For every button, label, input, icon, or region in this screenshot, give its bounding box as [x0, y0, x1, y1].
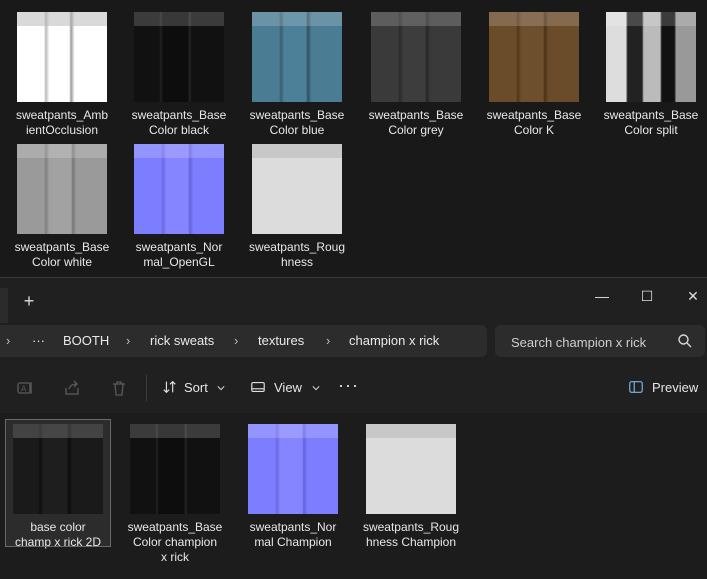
- file-label: sweatpants_Base Color grey: [368, 108, 464, 137]
- file-thumbnail: [371, 12, 461, 102]
- file-label: sweatpants_Amb ientOcclusion: [15, 108, 109, 137]
- file-label: base color champ x rick 2D: [14, 520, 102, 549]
- tab[interactable]: [0, 288, 8, 324]
- command-bar: A Sort View ··· Preview: [0, 361, 707, 414]
- file-label: sweatpants_Base Color blue: [249, 108, 345, 137]
- share-icon[interactable]: [63, 379, 81, 397]
- chevron-right-icon[interactable]: ›: [326, 325, 330, 357]
- sort-icon: [163, 380, 176, 394]
- file-label: sweatpants_Base Color champion x rick: [127, 520, 223, 564]
- file-thumbnail: [17, 12, 107, 102]
- file-item[interactable]: sweatpants_Base Color black: [120, 12, 238, 138]
- file-thumbnail: [134, 144, 224, 234]
- search-icon[interactable]: [677, 333, 693, 349]
- address-bar: › ··· BOOTH › rick sweats › textures › c…: [0, 323, 707, 361]
- search-box[interactable]: [495, 325, 705, 359]
- view-icon: [251, 381, 265, 393]
- file-thumbnail: [489, 12, 579, 102]
- rename-icon[interactable]: A: [16, 379, 34, 397]
- file-item[interactable]: sweatpants_Roug hness: [238, 144, 356, 270]
- view-button[interactable]: View: [250, 377, 320, 399]
- file-item[interactable]: sweatpants_Nor mal_OpenGL: [120, 144, 238, 270]
- file-label: sweatpants_Nor mal_OpenGL: [135, 240, 223, 269]
- breadcrumb-item-rick-sweats[interactable]: rick sweats: [150, 325, 214, 357]
- chevron-right-icon[interactable]: ›: [234, 325, 238, 357]
- file-label: sweatpants_Base Color black: [131, 108, 227, 137]
- file-item-selected[interactable]: base color champ x rick 2D: [5, 419, 111, 549]
- minimize-button[interactable]: —: [585, 284, 619, 308]
- breadcrumb-item-booth[interactable]: BOOTH: [63, 325, 109, 357]
- file-label: sweatpants_Base Color white: [14, 240, 110, 269]
- title-bar: + — ☐ ✕: [0, 277, 707, 324]
- file-item[interactable]: sweatpants_Amb ientOcclusion: [3, 12, 121, 138]
- sort-button[interactable]: Sort: [162, 377, 226, 399]
- file-item[interactable]: sweatpants_Base Color K: [475, 12, 593, 138]
- file-label: sweatpants_Roug hness Champion: [362, 520, 460, 549]
- file-label: sweatpants_Base Color split: [603, 108, 699, 137]
- file-thumbnail: [130, 424, 220, 514]
- toolbar-divider: [146, 375, 147, 401]
- file-thumbnail: [252, 12, 342, 102]
- file-item[interactable]: sweatpants_Base Color white: [3, 144, 121, 270]
- preview-button[interactable]: Preview: [628, 377, 698, 399]
- chevron-right-icon[interactable]: ›: [6, 325, 10, 357]
- new-tab-button[interactable]: +: [18, 290, 40, 312]
- breadcrumb-more-button[interactable]: ···: [32, 325, 45, 357]
- delete-icon[interactable]: [110, 379, 128, 397]
- file-item[interactable]: sweatpants_Base Color grey: [357, 12, 475, 138]
- sort-label: Sort: [184, 380, 208, 395]
- chevron-down-icon: [217, 386, 226, 391]
- svg-text:A: A: [21, 385, 27, 394]
- file-thumbnail: [606, 12, 696, 102]
- preview-label: Preview: [652, 380, 699, 395]
- preview-pane-icon: [629, 381, 643, 393]
- file-thumbnail: [252, 144, 342, 234]
- bottom-file-pane: base color champ x rick 2D sweatpants_Ba…: [0, 413, 707, 579]
- chevron-right-icon[interactable]: ›: [126, 325, 130, 357]
- file-thumbnail: [13, 424, 103, 514]
- breadcrumb-item-current[interactable]: champion x rick: [349, 325, 439, 357]
- search-input[interactable]: [509, 325, 673, 359]
- file-thumbnail: [248, 424, 338, 514]
- view-label: View: [274, 380, 302, 395]
- file-item[interactable]: sweatpants_Roug hness Champion: [352, 424, 470, 550]
- file-thumbnail: [366, 424, 456, 514]
- top-file-pane: sweatpants_Amb ientOcclusion sweatpants_…: [0, 0, 707, 277]
- file-thumbnail: [17, 144, 107, 234]
- file-item[interactable]: sweatpants_Base Color split: [592, 12, 707, 138]
- file-thumbnail: [134, 12, 224, 102]
- close-button[interactable]: ✕: [676, 284, 707, 308]
- breadcrumb-item-textures[interactable]: textures: [258, 325, 304, 357]
- maximize-button[interactable]: ☐: [630, 284, 664, 308]
- breadcrumb[interactable]: › ··· BOOTH › rick sweats › textures › c…: [0, 325, 487, 357]
- file-label: sweatpants_Base Color K: [486, 108, 582, 137]
- file-item[interactable]: sweatpants_Base Color champion x rick: [116, 424, 234, 565]
- file-label: sweatpants_Roug hness: [248, 240, 346, 269]
- file-label: sweatpants_Nor mal Champion: [249, 520, 337, 549]
- chevron-down-icon: [312, 386, 320, 391]
- more-options-button[interactable]: ···: [338, 375, 359, 396]
- file-item[interactable]: sweatpants_Base Color blue: [238, 12, 356, 138]
- file-item[interactable]: sweatpants_Nor mal Champion: [234, 424, 352, 550]
